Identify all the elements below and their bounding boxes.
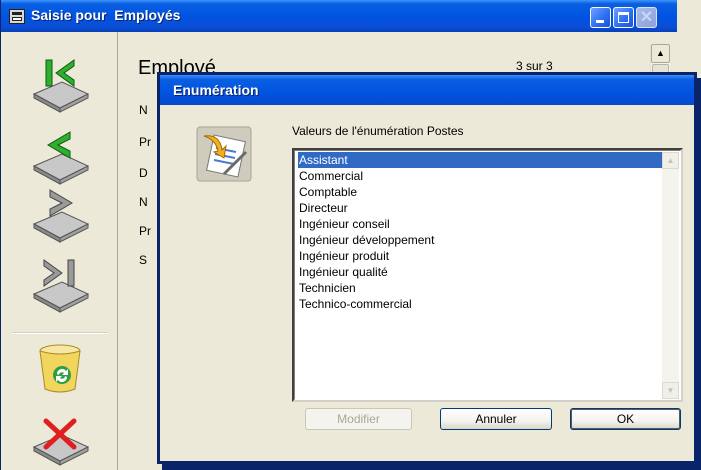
- recycle-button[interactable]: [28, 337, 92, 397]
- dialog-title: Enumération: [173, 82, 259, 98]
- field-label: Pr: [139, 224, 151, 238]
- previous-record-button[interactable]: [28, 126, 92, 186]
- app-window-icon[interactable]: [9, 9, 25, 24]
- scroll-up-icon[interactable]: ▲: [662, 152, 679, 169]
- navigation-toolbar: [2, 32, 118, 470]
- ok-button[interactable]: OK: [570, 408, 681, 430]
- list-caption: Valeurs de l'énumération Postes: [292, 124, 464, 138]
- field-label: D: [139, 166, 148, 180]
- field-label: S: [139, 253, 148, 267]
- annuler-button[interactable]: Annuler: [440, 408, 552, 430]
- enumeration-dialog: Enumération Valeurs de l'énumération Pos…: [157, 72, 701, 470]
- list-item[interactable]: Ingénieur développement: [299, 232, 434, 248]
- first-record-button[interactable]: [28, 54, 92, 114]
- minimize-icon: [596, 20, 604, 23]
- next-record-button[interactable]: [28, 184, 92, 244]
- close-button[interactable]: ✕: [636, 7, 657, 28]
- main-window-title: Saisie pour Employés: [31, 7, 181, 23]
- recycle-bin-icon: [39, 344, 81, 393]
- scroll-down-icon[interactable]: ▼: [662, 382, 679, 399]
- record-counter: 3 sur 3: [516, 59, 553, 73]
- last-record-button[interactable]: [28, 254, 92, 314]
- listbox-inner: Assistant Commercial Comptable Directeur…: [294, 150, 681, 400]
- list-item[interactable]: Ingénieur conseil: [299, 216, 390, 232]
- list-item[interactable]: Ingénieur produit: [299, 248, 389, 264]
- list-item[interactable]: Technico-commercial: [299, 296, 412, 312]
- last-record-icon: [32, 259, 90, 313]
- listbox-scrollbar[interactable]: ▲ ▼: [662, 152, 679, 399]
- list-item[interactable]: Directeur: [299, 200, 348, 216]
- modifier-button[interactable]: Modifier: [305, 408, 412, 430]
- maximize-button[interactable]: [613, 7, 634, 28]
- list-item[interactable]: Technicien: [299, 280, 356, 296]
- next-record-icon: [32, 189, 90, 243]
- list-item[interactable]: Commercial: [299, 168, 363, 184]
- toolbar-separator: [12, 332, 107, 334]
- dialog-frame: Enumération Valeurs de l'énumération Pos…: [157, 72, 697, 464]
- minimize-button[interactable]: [590, 7, 611, 28]
- close-icon: ✕: [639, 9, 654, 26]
- list-item[interactable]: Assistant: [298, 152, 665, 168]
- delete-record-icon: [32, 418, 90, 466]
- delete-record-button[interactable]: [28, 407, 92, 467]
- main-title-bar[interactable]: Saisie pour Employés ✕: [1, 0, 677, 32]
- maximize-icon: [618, 12, 629, 23]
- previous-record-icon: [32, 131, 90, 185]
- field-label: N: [139, 195, 148, 209]
- field-label: N: [139, 103, 148, 117]
- dialog-title-bar[interactable]: Enumération: [160, 75, 694, 105]
- enumeration-dialog-icon: [196, 126, 252, 182]
- scroll-up-icon[interactable]: ▲: [651, 44, 670, 63]
- field-label: Pr: [139, 135, 151, 149]
- first-record-icon: [32, 59, 90, 113]
- enumeration-listbox[interactable]: Assistant Commercial Comptable Directeur…: [292, 148, 683, 402]
- list-item[interactable]: Ingénieur qualité: [299, 264, 388, 280]
- list-item[interactable]: Comptable: [299, 184, 357, 200]
